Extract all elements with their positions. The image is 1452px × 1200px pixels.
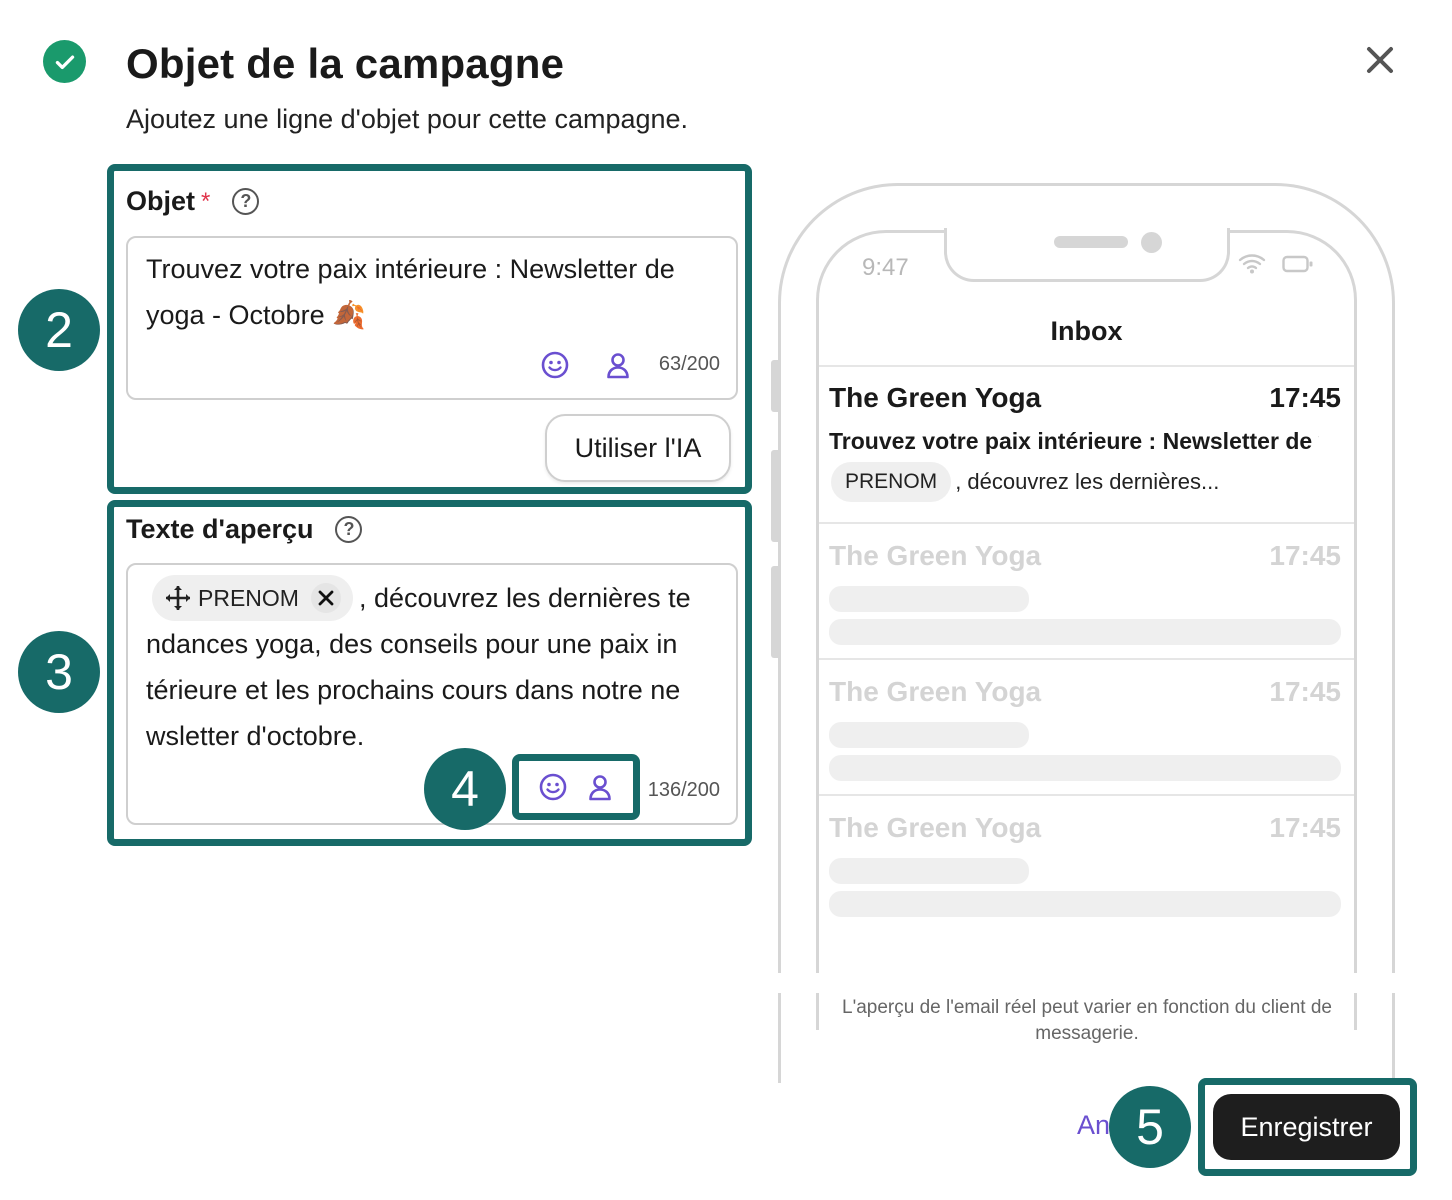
subject-text-line1: Trouvez votre paix intérieure : Newslett… — [146, 254, 675, 284]
step-3-badge: 3 — [18, 631, 100, 713]
email-time: 17:45 — [1269, 540, 1341, 571]
email-preview-chip: PRENOM — [831, 462, 952, 502]
wifi-icon — [1238, 252, 1266, 279]
subject-text-line2: yoga - Octobre 🍂 — [146, 300, 366, 330]
preview-text-line2: ndances yoga, des conseils pour une paix… — [146, 629, 678, 659]
inbox-title: Inbox — [1050, 316, 1123, 346]
preview-text-line3: térieure et les prochains cours dans not… — [146, 675, 681, 705]
step-5-badge: 5 — [1109, 1086, 1191, 1168]
help-icon[interactable]: ? — [232, 188, 260, 215]
email-row: The Green Yoga 17:45 Trouvez votre paix … — [829, 380, 1341, 510]
drag-move-icon[interactable] — [164, 584, 192, 612]
emoji-icon[interactable] — [538, 772, 568, 802]
skeleton-line — [829, 722, 1029, 748]
success-check-icon — [43, 40, 86, 83]
preview-char-count: 136/200 — [647, 779, 720, 801]
cancel-button[interactable]: An — [1077, 1110, 1110, 1141]
email-sender: The Green Yoga — [829, 382, 1042, 413]
email-subject: Trouvez votre paix intérieure : Newslett… — [829, 428, 1319, 454]
email-time: 17:45 — [1269, 382, 1341, 413]
preview-text-line1: , découvrez les dernières te — [358, 583, 691, 613]
remove-tag-icon[interactable] — [310, 583, 341, 613]
status-time: 9:47 — [862, 254, 909, 281]
dialog-title: Objet de la campagne — [126, 40, 565, 87]
subject-label: Objet — [126, 186, 196, 216]
phone-cutoff-mask — [760, 973, 1420, 993]
preview-text-label: Texte d'aperçu — [126, 514, 314, 544]
email-divider — [819, 794, 1354, 796]
email-sender: The Green Yoga — [829, 676, 1042, 707]
preview-disclaimer: L'aperçu de l'email réel peut varier en … — [842, 997, 1332, 1044]
email-time: 17:45 — [1269, 676, 1341, 707]
preview-icons-highlight — [512, 754, 640, 820]
personalize-user-icon[interactable] — [603, 350, 633, 380]
subject-label-row: Objet * ? — [126, 186, 260, 217]
phone-side-button — [771, 566, 778, 658]
emoji-icon[interactable] — [540, 350, 570, 380]
skeleton-line — [829, 586, 1029, 612]
dialog-subtitle: Ajoutez une ligne d'objet pour cette cam… — [126, 104, 689, 134]
close-icon[interactable] — [1360, 40, 1400, 80]
preview-label-row: Texte d'aperçu ? — [126, 514, 363, 545]
step-2-badge: 2 — [18, 289, 100, 371]
phone-side-button — [771, 360, 778, 412]
phone-side-button — [771, 450, 778, 542]
battery-icon — [1282, 254, 1314, 279]
subject-char-count: 63/200 — [658, 353, 720, 375]
phone-speaker — [1054, 236, 1128, 248]
help-icon[interactable]: ? — [335, 516, 363, 543]
required-mark: * — [201, 187, 211, 215]
email-preview: , découvrez les dernières... — [955, 469, 1220, 494]
use-ai-button[interactable]: Utiliser l'IA — [545, 414, 731, 482]
save-button[interactable]: Enregistrer — [1213, 1094, 1400, 1160]
skeleton-line — [829, 858, 1029, 884]
merge-tag-label: PRENOM — [198, 585, 299, 611]
email-time: 17:45 — [1269, 812, 1341, 843]
inbox-divider — [819, 365, 1354, 367]
preview-text-line4: wsletter d'octobre. — [146, 721, 365, 751]
personalize-user-icon[interactable] — [585, 772, 615, 802]
subject-input[interactable]: Trouvez votre paix intérieure : Newslett… — [126, 236, 738, 400]
step-4-badge: 4 — [424, 748, 506, 830]
skeleton-line — [829, 891, 1341, 917]
skeleton-line — [829, 619, 1341, 645]
email-sender: The Green Yoga — [829, 540, 1042, 571]
phone-camera — [1141, 232, 1162, 253]
email-sender: The Green Yoga — [829, 812, 1042, 843]
email-divider — [819, 658, 1354, 660]
email-divider — [819, 522, 1354, 524]
merge-tag-chip[interactable]: PRENOM — [152, 575, 353, 621]
skeleton-line — [829, 755, 1341, 781]
